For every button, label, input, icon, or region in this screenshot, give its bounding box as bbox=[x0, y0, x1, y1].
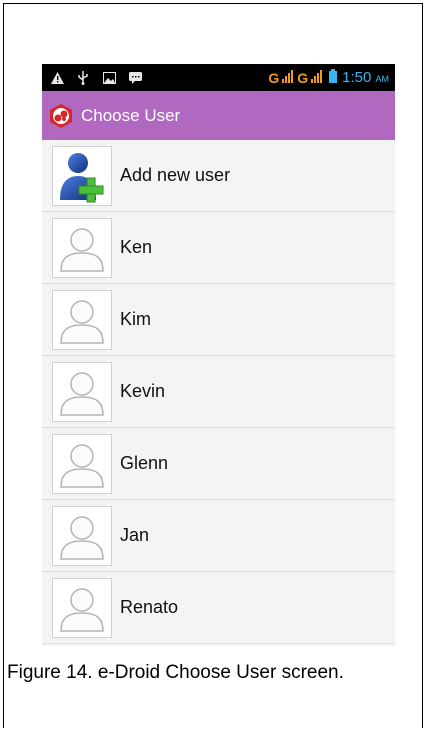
user-row-kim[interactable]: Kim bbox=[42, 284, 395, 356]
page-title: Choose User bbox=[81, 105, 181, 125]
row-label: Renato bbox=[120, 597, 179, 617]
row-label: Jan bbox=[120, 525, 150, 545]
app-bar: Choose User bbox=[42, 91, 395, 140]
clock-time: 1:50 bbox=[342, 69, 372, 86]
signal-icon bbox=[310, 69, 324, 86]
user-avatar-icon bbox=[52, 505, 112, 566]
image-icon bbox=[102, 71, 116, 85]
user-row-jan[interactable]: Jan bbox=[42, 500, 395, 572]
row-label: Kevin bbox=[120, 381, 166, 401]
phone-screen: G G 1:50 AM Choose User Add new user Ken… bbox=[42, 64, 395, 646]
user-row-glenn[interactable]: Glenn bbox=[42, 428, 395, 500]
battery-icon bbox=[329, 69, 338, 86]
warning-icon bbox=[50, 71, 64, 85]
user-avatar-icon bbox=[52, 433, 112, 494]
status-bar: G G 1:50 AM bbox=[42, 64, 395, 91]
clock-ampm: AM bbox=[375, 74, 390, 84]
row-label: Kim bbox=[120, 309, 151, 329]
chat-icon bbox=[128, 71, 142, 85]
add-user-icon bbox=[52, 145, 112, 206]
edroid-logo-icon[interactable] bbox=[48, 103, 74, 129]
user-avatar-icon bbox=[52, 577, 112, 638]
row-label: Glenn bbox=[120, 453, 169, 473]
add-user-row[interactable]: Add new user bbox=[42, 140, 395, 212]
row-label: Add new user bbox=[120, 165, 231, 185]
usb-icon bbox=[76, 70, 90, 85]
signal-icon bbox=[281, 69, 295, 86]
user-row-renato[interactable]: Renato bbox=[42, 572, 395, 644]
clock: 1:50 AM bbox=[342, 69, 389, 86]
user-row-kevin[interactable]: Kevin bbox=[42, 356, 395, 428]
network-type-1: G bbox=[268, 69, 280, 86]
network-type-2: G bbox=[297, 69, 309, 86]
user-list: Add new user Ken Kim Kevin Glenn Jan Ren… bbox=[42, 140, 395, 644]
figure-caption: Figure 14. e-Droid Choose User screen. bbox=[7, 662, 344, 683]
user-avatar-icon bbox=[52, 289, 112, 350]
user-avatar-icon bbox=[52, 217, 112, 278]
user-row-ken[interactable]: Ken bbox=[42, 212, 395, 284]
row-label: Ken bbox=[120, 237, 153, 257]
user-avatar-icon bbox=[52, 361, 112, 422]
